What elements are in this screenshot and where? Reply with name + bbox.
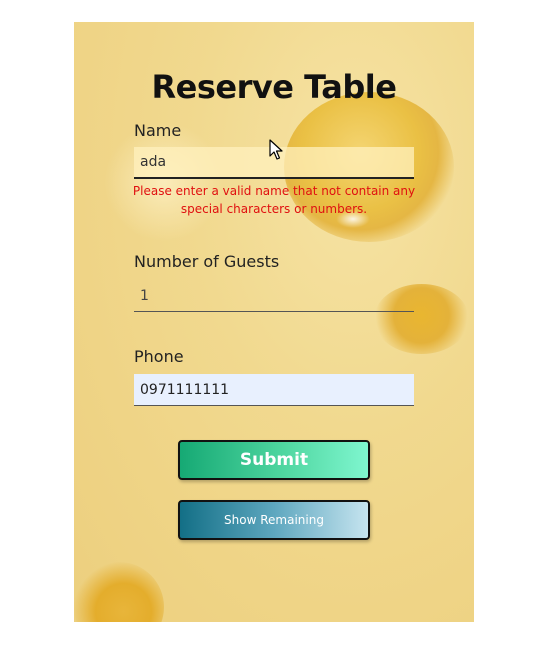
reservation-card: Reserve Table Name Please enter a valid … bbox=[74, 22, 474, 622]
guests-label: Number of Guests bbox=[134, 252, 280, 271]
guests-input[interactable] bbox=[134, 280, 414, 312]
name-label: Name bbox=[134, 121, 182, 140]
name-error-message: Please enter a valid name that not conta… bbox=[132, 184, 416, 216]
cheese-hole-decoration bbox=[74, 562, 164, 622]
mouse-pointer-icon bbox=[269, 139, 283, 160]
submit-button[interactable]: Submit bbox=[178, 440, 370, 480]
show-remaining-button[interactable]: Show Remaining bbox=[178, 500, 370, 540]
phone-input[interactable] bbox=[134, 374, 414, 406]
page-title: Reserve Table bbox=[151, 68, 397, 106]
phone-label: Phone bbox=[134, 347, 184, 366]
